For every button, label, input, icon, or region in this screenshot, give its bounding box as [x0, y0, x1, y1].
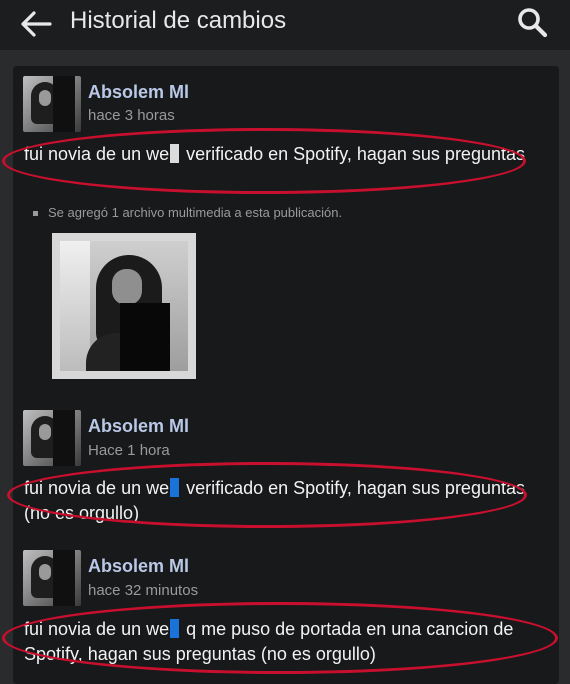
avatar[interactable] [23, 550, 81, 606]
media-note-text: Se agregó 1 archivo multimedia a esta pu… [48, 205, 343, 220]
timestamp: hace 3 horas [88, 107, 175, 124]
post-text-start: fui novia de un we [24, 619, 170, 639]
history-entry: Absolem Ml hace 32 minutos fui novia de … [2, 544, 559, 684]
post-text-start: fui novia de un we [24, 478, 170, 498]
timestamp: hace 32 minutos [88, 582, 199, 599]
bullet-icon [33, 210, 38, 216]
post-text-start: fui novia de un we [24, 144, 170, 164]
history-entry: Absolem Ml hace 3 horas fui novia de un … [2, 66, 559, 396]
timestamp: Hace 1 hora [88, 442, 170, 459]
edit-history-card: Absolem Ml hace 3 horas fui novia de un … [2, 66, 559, 684]
author-name[interactable]: Absolem Ml [88, 555, 189, 577]
avatar[interactable] [23, 76, 81, 132]
post-text-end: verificado en Spotify, hagan sus pregunt… [181, 144, 525, 164]
post-text: fui novia de un we verificado en Spotify… [24, 142, 544, 167]
redaction-mark [170, 478, 180, 497]
post-text: fui novia de un we q me puso de portada … [24, 617, 544, 667]
author-name[interactable]: Absolem Ml [88, 415, 189, 437]
search-icon [518, 8, 548, 38]
photo-image [60, 241, 188, 371]
app-bar: Historial de cambios [0, 0, 570, 50]
redaction-mark [170, 619, 180, 638]
author-name[interactable]: Absolem Ml [88, 81, 189, 103]
avatar[interactable] [23, 410, 81, 466]
back-button[interactable] [18, 6, 54, 42]
page-title: Historial de cambios [70, 7, 287, 34]
history-entry: Absolem Ml Hace 1 hora fui novia de un w… [7, 404, 559, 544]
redaction-mark [170, 144, 180, 163]
post-text: fui novia de un we verificado en Spotify… [24, 476, 544, 526]
media-note: Se agregó 1 archivo multimedia a esta pu… [33, 204, 342, 222]
media-thumbnail[interactable] [52, 233, 196, 379]
search-button[interactable] [514, 4, 550, 40]
arrow-left-icon [21, 11, 52, 37]
